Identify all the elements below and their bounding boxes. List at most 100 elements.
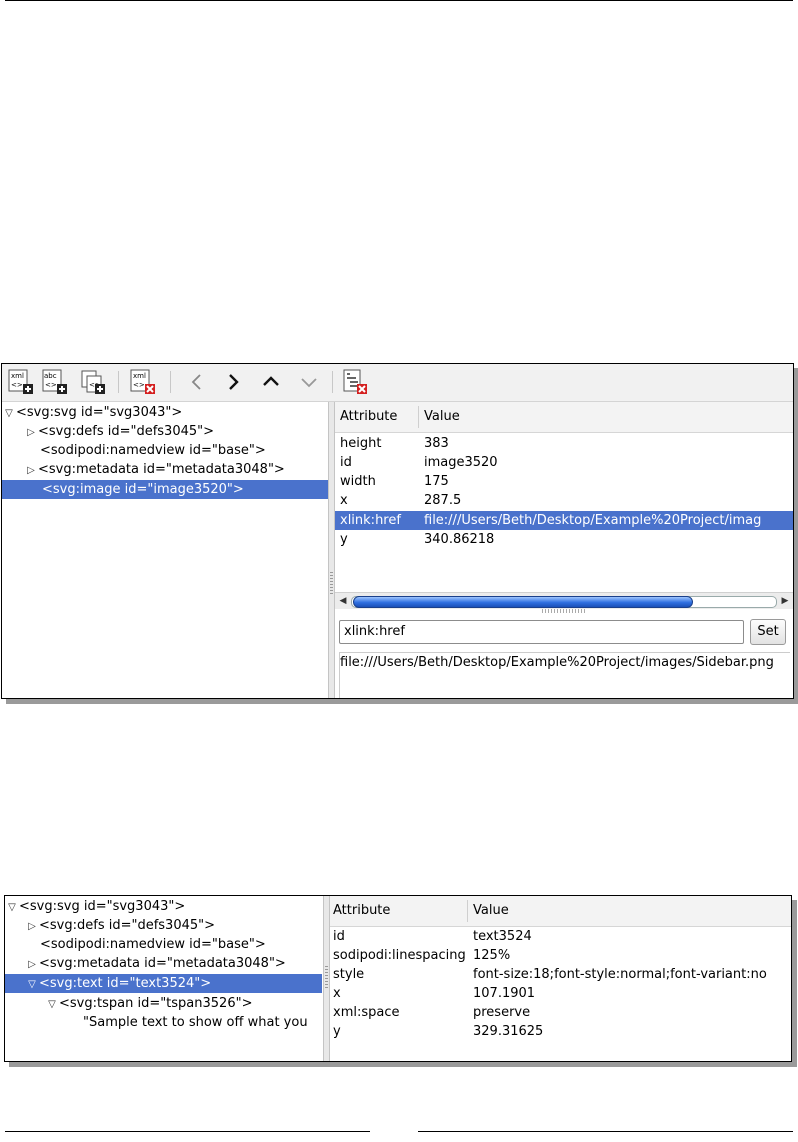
- attribute-name: y: [340, 532, 348, 547]
- attribute-row[interactable]: width 175: [335, 472, 793, 491]
- attribute-name: x: [333, 986, 341, 1001]
- collapse-triangle-icon[interactable]: ▽: [2, 404, 16, 423]
- node-tree: ▽ <svg:svg id="svg3043"> ▷ <svg:defs id="d…: [5, 896, 322, 1060]
- attribute-value: file:///Users/Beth/Desktop/Example%20Pro…: [424, 513, 762, 528]
- svg-text:xml: xml: [133, 372, 146, 380]
- tree-node[interactable]: ▽ <svg:svg id="svg3043">: [2, 403, 328, 422]
- raise-node-icon[interactable]: [258, 369, 284, 395]
- attribute-column-header[interactable]: Attribute: [340, 409, 397, 424]
- unindent-node-icon[interactable]: [184, 369, 210, 395]
- tree-node[interactable]: <sodipodi:namedview id="base">: [29, 935, 322, 954]
- attribute-row[interactable]: style font-size:18;font-style:normal;font…: [330, 965, 791, 984]
- delete-attribute-icon[interactable]: [342, 369, 368, 395]
- xml-editor-panel-1: xml <> abc <> <> xml <> ▽ <svg:svg id="s…: [1, 363, 794, 699]
- tree-node[interactable]: ▽ <svg:tspan id="tspan3526">: [45, 994, 322, 1013]
- node-tree: ▽ <svg:svg id="svg3043"> ▷ <svg:defs id="d…: [2, 402, 328, 697]
- tree-node[interactable]: ▷ <svg:defs id="defs3045">: [24, 422, 328, 441]
- page-rule-bottom-left: [5, 1131, 370, 1132]
- set-button[interactable]: Set: [750, 619, 786, 645]
- scrollbar-thumb[interactable]: [353, 596, 693, 608]
- tree-node[interactable]: ▽ <svg:svg id="svg3043">: [5, 897, 322, 916]
- horizontal-scrollbar[interactable]: ◀ ▶: [335, 592, 793, 609]
- attribute-name: xml:space: [333, 1005, 400, 1020]
- attribute-list: Attribute Value height 383 id image3520 wi…: [335, 402, 793, 592]
- attribute-value: 125%: [473, 948, 511, 963]
- attribute-value: 287.5: [424, 493, 462, 508]
- tree-node-label: <sodipodi:namedview id="base">: [40, 443, 266, 458]
- tree-node-label: <svg:metadata id="metadata3048">: [39, 956, 286, 971]
- column-divider[interactable]: [418, 406, 419, 428]
- value-column-header[interactable]: Value: [473, 903, 509, 918]
- svg-text:<>: <>: [133, 381, 145, 389]
- attribute-row[interactable]: height 383: [335, 434, 793, 453]
- attribute-value: 107.1901: [473, 986, 536, 1001]
- tree-node-label: <svg:defs id="defs3045">: [38, 424, 215, 439]
- attribute-value: text3524: [473, 929, 532, 944]
- attribute-name: width: [340, 474, 376, 489]
- attribute-row[interactable]: x 107.1901: [330, 984, 791, 1003]
- value-column-header[interactable]: Value: [424, 409, 460, 424]
- tree-node-selected[interactable]: <svg:image id="image3520">: [2, 480, 328, 499]
- attribute-column-header[interactable]: Attribute: [333, 903, 390, 918]
- delete-node-icon[interactable]: xml <>: [130, 369, 156, 395]
- attribute-value: 383: [424, 436, 449, 451]
- attribute-name: id: [340, 455, 352, 470]
- attribute-name: xlink:href: [340, 513, 401, 528]
- tree-node-label: <svg:tspan id="tspan3526">: [59, 996, 253, 1011]
- expand-triangle-icon[interactable]: ▷: [25, 917, 39, 936]
- attribute-row[interactable]: id image3520: [335, 453, 793, 472]
- tree-node-label: <svg:metadata id="metadata3048">: [38, 462, 285, 477]
- new-element-node-icon[interactable]: xml <>: [8, 369, 34, 395]
- splitter-grip: [330, 572, 333, 596]
- new-text-node-icon[interactable]: abc <>: [42, 369, 68, 395]
- attribute-name-input[interactable]: [339, 620, 744, 644]
- attribute-value-editor[interactable]: file:///Users/Beth/Desktop/Example%20Pro…: [339, 652, 790, 698]
- svg-text:<>: <>: [11, 381, 23, 389]
- page-rule-bottom-right: [418, 1131, 793, 1132]
- attribute-row[interactable]: x 287.5: [335, 491, 793, 510]
- collapse-triangle-icon[interactable]: ▽: [5, 898, 19, 917]
- toolbar-separator: [118, 371, 119, 393]
- tree-node-label: <svg:image id="image3520">: [42, 482, 244, 497]
- attribute-name: height: [340, 436, 382, 451]
- indent-node-icon[interactable]: [220, 369, 246, 395]
- tree-node-label: <svg:svg id="svg3043">: [19, 899, 186, 914]
- expand-triangle-icon[interactable]: ▷: [24, 461, 38, 480]
- column-divider[interactable]: [467, 900, 468, 922]
- svg-text:xml: xml: [11, 372, 24, 380]
- collapse-triangle-icon[interactable]: ▽: [45, 995, 59, 1014]
- attribute-row-selected[interactable]: xlink:href file:///Users/Beth/Desktop/Exa…: [335, 511, 793, 530]
- attribute-row[interactable]: id text3524: [330, 927, 791, 946]
- attribute-row[interactable]: xml:space preserve: [330, 1003, 791, 1022]
- attribute-name: y: [333, 1024, 341, 1039]
- pane-splitter[interactable]: [323, 896, 330, 1061]
- pane-splitter[interactable]: [328, 402, 335, 698]
- attribute-name: id: [333, 929, 345, 944]
- attribute-list-header: Attribute Value: [335, 402, 793, 433]
- attribute-row[interactable]: y 329.31625: [330, 1022, 791, 1041]
- tree-node[interactable]: ▷ <svg:defs id="defs3045">: [25, 916, 322, 935]
- expand-triangle-icon[interactable]: ▷: [24, 423, 38, 442]
- attribute-value: 175: [424, 474, 449, 489]
- lower-node-icon[interactable]: [296, 369, 322, 395]
- tree-node-label: <svg:defs id="defs3045">: [39, 918, 216, 933]
- tree-node[interactable]: ▷ <svg:metadata id="metadata3048">: [25, 954, 322, 973]
- attribute-name: x: [340, 493, 348, 508]
- tree-node[interactable]: <sodipodi:namedview id="base">: [28, 441, 328, 460]
- scroll-right-arrow-icon[interactable]: ▶: [777, 593, 793, 609]
- scroll-left-arrow-icon[interactable]: ◀: [335, 593, 351, 609]
- page-rule-top: [5, 0, 793, 1]
- expand-triangle-icon[interactable]: ▷: [25, 955, 39, 974]
- duplicate-node-icon[interactable]: <>: [80, 369, 106, 395]
- tree-node-selected[interactable]: ▽ <svg:text id="text3524">: [5, 974, 322, 993]
- attribute-row[interactable]: y 340.86218: [335, 530, 793, 549]
- tree-node[interactable]: ▷ <svg:metadata id="metadata3048">: [24, 460, 328, 479]
- xml-editor-toolbar: xml <> abc <> <> xml <>: [2, 364, 793, 402]
- tree-node[interactable]: "Sample text to show off what you: [83, 1013, 322, 1032]
- attribute-name: style: [333, 967, 365, 982]
- collapse-triangle-icon[interactable]: ▽: [25, 975, 39, 994]
- splitter-grip-horizontal[interactable]: [542, 609, 586, 613]
- tree-node-label: <svg:text id="text3524">: [39, 976, 212, 991]
- attribute-row[interactable]: sodipodi:linespacing 125%: [330, 946, 791, 965]
- tree-node-label: <sodipodi:namedview id="base">: [40, 937, 266, 952]
